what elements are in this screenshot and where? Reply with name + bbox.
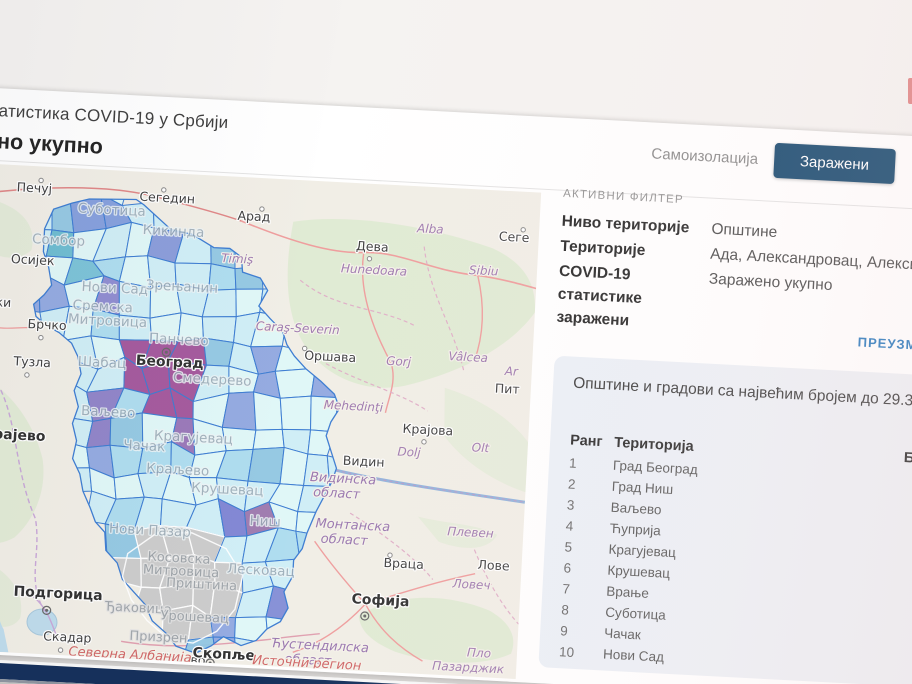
map-label: Арад	[237, 208, 271, 225]
map-label: ски	[0, 294, 12, 310]
map-label: Крајова	[402, 421, 453, 439]
map-label: Сомбор	[32, 231, 86, 250]
map-label: Брчко	[27, 316, 67, 333]
map-mode-heading: но укупно	[0, 129, 103, 160]
map-label: Софија	[351, 591, 410, 610]
tab-infected[interactable]: Заражени	[773, 143, 896, 184]
map-label: Скопље	[192, 645, 255, 664]
photographed-screen: атистика COVID-19 у Србији но укупно Сам…	[0, 0, 912, 684]
map-label: Olt	[471, 440, 490, 455]
ranking-table: Ранг Територија Б 1Град Београд2Град Ниш…	[559, 429, 912, 684]
map-label: Ловеч	[451, 577, 491, 593]
map-label: Ниш	[249, 513, 281, 531]
map-label: област	[320, 532, 368, 549]
red-edge-object	[908, 78, 912, 104]
rank-cell: 1	[569, 455, 614, 472]
town-dot-icon	[39, 178, 44, 183]
map-label: Оршава	[304, 347, 357, 365]
map-label: Плевен	[447, 524, 494, 540]
map-label: Печуј	[16, 179, 52, 196]
map-label: Осијек	[11, 251, 56, 268]
rank-cell: 9	[560, 623, 605, 640]
map-label: Dolj	[397, 444, 422, 459]
municipality-cell	[10, 270, 42, 312]
rank-cell: 10	[559, 644, 604, 661]
map-label: Пит	[494, 381, 520, 397]
ranking-rows: 1Град Београд2Град Ниш3Ваљево4Ћуприја5Кр…	[559, 453, 912, 684]
municipality-cell	[252, 392, 285, 432]
filter-label: COVID-19 статистике заражени	[556, 260, 709, 337]
map-label: Timiş	[221, 251, 254, 267]
tab-self-isolation[interactable]: Самоизолација	[651, 145, 759, 168]
town-dot-icon	[39, 335, 44, 340]
municipality-cell	[279, 395, 313, 431]
map-label: Gorj	[386, 354, 412, 369]
town-dot-icon	[367, 256, 372, 261]
town-dot-icon	[58, 648, 63, 653]
town-dot-icon	[260, 207, 265, 212]
map-label: арајево	[0, 426, 46, 445]
map-label: Пазарджик	[432, 659, 505, 677]
map-label: Ar	[503, 364, 519, 379]
map-label: област	[313, 485, 361, 502]
map-label: Призрен	[129, 629, 188, 647]
map-label: Шабац	[77, 354, 126, 373]
map-label: Ваљево	[81, 403, 136, 422]
municipality-cell	[248, 446, 284, 484]
dashboard-page: атистика COVID-19 у Србији но укупно Сам…	[0, 84, 912, 684]
map-label: Чачак	[123, 437, 166, 455]
map-label: Нови Сад	[81, 279, 148, 298]
map-label: Подгорица	[13, 584, 103, 605]
municipality-cell	[52, 466, 93, 494]
map-label: Кикинда	[142, 222, 204, 241]
map-label: Тузла	[12, 353, 51, 370]
town-dot-icon	[388, 553, 393, 558]
download-link[interactable]: ПРЕУЗМ	[857, 334, 912, 352]
map-label: Скадар	[43, 628, 92, 646]
town-dot-icon	[521, 227, 526, 232]
rank-cell: 5	[564, 539, 609, 556]
page-title: атистика COVID-19 у Србији	[0, 101, 229, 133]
map-label: Vâlcea	[448, 349, 488, 365]
ranking-title: Општине и градови са највећим бројем до …	[573, 375, 912, 413]
rank-cell: 6	[563, 560, 608, 577]
town-dot-icon	[422, 440, 427, 445]
map-label: Панчево	[149, 330, 210, 349]
map-label: Sibiu	[469, 263, 500, 279]
map-label: Дева	[356, 238, 389, 255]
rank-cell: 2	[568, 476, 613, 493]
rank-cell: 3	[566, 497, 611, 514]
map-label: Лове	[477, 557, 510, 574]
map-label: Краљево	[146, 460, 210, 479]
town-dot-icon	[161, 188, 166, 193]
town-dot-icon	[302, 346, 307, 351]
rank-cell: 7	[562, 581, 607, 598]
map-label: Alba	[416, 221, 444, 236]
col-rank: Ранг	[570, 433, 615, 451]
map-label: Видин	[343, 453, 385, 470]
view-tabs: Самоизолација Заражени	[650, 136, 895, 184]
map-label: Пло	[467, 645, 492, 660]
rank-cell: 8	[561, 602, 606, 619]
town-dot-icon	[25, 373, 30, 378]
map-canvas: ПечујСегединАрадДеваСегеОршаваКрајоваВид…	[0, 164, 541, 679]
tilted-page-stage: атистика COVID-19 у Србији но укупно Сам…	[0, 84, 912, 684]
map-label: Сегедин	[139, 189, 195, 207]
choropleth-map[interactable]: ПечујСегединАрадДеваСегеОршаваКрајоваВид…	[0, 164, 541, 679]
rank-cell: 4	[565, 518, 610, 535]
ranking-panel: Општине и градови са највећим бројем до …	[538, 356, 912, 684]
